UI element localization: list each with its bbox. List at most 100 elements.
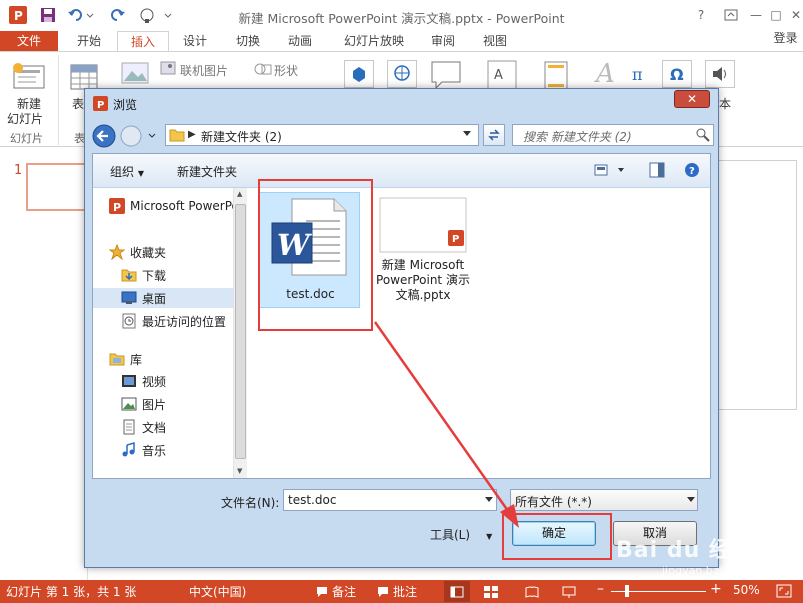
- address-folder-name[interactable]: 新建文件夹 (2): [201, 128, 282, 145]
- refresh-button[interactable]: [483, 124, 505, 146]
- nav-item-desktop[interactable]: 桌面: [93, 288, 233, 308]
- tools-dropdown-icon: ▼: [486, 532, 493, 541]
- tab-view[interactable]: 视图: [472, 31, 518, 51]
- slideshow-icon[interactable]: [562, 586, 576, 598]
- browse-dialog: P 浏览 ✕ ▶ 新建文件夹 (2) 搜索 新建文件夹 (2) 组织 ▼ 新建文…: [84, 88, 719, 568]
- organize-button[interactable]: 组织 ▼: [110, 163, 144, 180]
- watermark-url: jingyan.baidu.com: [662, 564, 764, 577]
- forward-button[interactable]: [119, 123, 141, 149]
- filename-value[interactable]: test.doc: [288, 493, 336, 507]
- nav-scrollbar-thumb[interactable]: [235, 204, 246, 459]
- filetype-value[interactable]: 所有文件 (*.*): [515, 493, 592, 510]
- table-label[interactable]: 表: [72, 95, 84, 112]
- svg-text:A: A: [494, 68, 503, 83]
- tab-slideshow[interactable]: 幻灯片放映: [335, 31, 413, 51]
- nav-label-documents: 文档: [142, 420, 167, 435]
- svg-text:P: P: [452, 234, 459, 245]
- reading-view-icon[interactable]: [525, 586, 539, 598]
- search-icon[interactable]: [696, 128, 710, 142]
- online-pictures-label[interactable]: 联机图片: [180, 62, 228, 79]
- restore-ribbon-button[interactable]: [719, 4, 743, 26]
- equation-icon[interactable]: π: [630, 60, 652, 90]
- tab-animations[interactable]: 动画: [277, 31, 323, 51]
- highlight-box-file: [258, 179, 373, 331]
- language-status[interactable]: 中文(中国): [189, 583, 246, 600]
- store-icon[interactable]: [344, 60, 374, 88]
- search-placeholder[interactable]: 搜索 新建文件夹 (2): [523, 128, 632, 145]
- slide-thumbnail[interactable]: [26, 163, 88, 211]
- comments-icon[interactable]: [377, 586, 389, 598]
- hyperlink-icon[interactable]: [387, 60, 417, 88]
- address-bar[interactable]: ▶ 新建文件夹 (2): [165, 124, 479, 146]
- slide-thumbnail-pane: 1: [0, 147, 88, 580]
- normal-view-icon[interactable]: [444, 581, 470, 602]
- nav-scrollbar[interactable]: ▲ ▼: [233, 188, 247, 478]
- slide-sorter-icon[interactable]: [484, 586, 498, 598]
- filetype-select[interactable]: 所有文件 (*.*): [510, 489, 698, 511]
- address-dropdown-icon[interactable]: [462, 130, 472, 138]
- nav-item-favorites[interactable]: 收藏夹: [109, 242, 247, 262]
- preview-pane-icon[interactable]: [649, 162, 665, 178]
- organize-dropdown-icon: ▼: [137, 169, 144, 178]
- shapes-label[interactable]: 形状: [274, 62, 298, 79]
- scroll-down-icon[interactable]: ▼: [237, 467, 242, 475]
- symbol-icon[interactable]: Ω: [662, 60, 692, 88]
- dialog-title: 浏览: [113, 98, 138, 112]
- help-button[interactable]: ?: [689, 4, 713, 26]
- new-slide-label-2[interactable]: 幻灯片: [7, 110, 43, 127]
- filetype-dropdown-icon[interactable]: [686, 496, 696, 504]
- view-options-icon[interactable]: [594, 163, 626, 177]
- help-icon[interactable]: ?: [684, 162, 700, 178]
- tab-design[interactable]: 设计: [172, 31, 218, 51]
- filename-input[interactable]: test.doc: [283, 489, 497, 511]
- shapes-icon[interactable]: [254, 61, 272, 77]
- pptx-thumbnail-icon: P: [379, 197, 467, 253]
- login-link[interactable]: 登录: [768, 28, 803, 48]
- svg-text:P: P: [97, 100, 104, 111]
- tab-insert[interactable]: 插入: [117, 31, 169, 52]
- search-box[interactable]: 搜索 新建文件夹 (2): [512, 124, 714, 146]
- navigation-pane: P Microsoft PowerPoint 收藏夹 下载 桌面 最近访问的位置: [93, 188, 247, 478]
- folder-icon: [169, 128, 185, 142]
- watermark: Bai du 经验 jingyan.baidu.com: [612, 530, 792, 590]
- zoom-out-button[interactable]: –: [597, 581, 604, 597]
- nav-item-powerpoint[interactable]: P Microsoft PowerPoint: [109, 196, 247, 216]
- window-title: 新建 Microsoft PowerPoint 演示文稿.pptx - Powe…: [238, 11, 565, 26]
- wordart-icon[interactable]: A: [594, 58, 620, 88]
- slide-number: 1: [14, 163, 23, 178]
- comments-button[interactable]: 批注: [393, 583, 417, 600]
- tab-review[interactable]: 审阅: [420, 31, 466, 51]
- new-folder-button[interactable]: 新建文件夹: [177, 163, 237, 180]
- notes-icon[interactable]: [316, 586, 328, 598]
- dialog-close-button[interactable]: ✕: [674, 90, 710, 108]
- dialog-title-bar: P 浏览 ✕: [85, 89, 718, 117]
- tools-button[interactable]: 工具(L) ▼: [430, 526, 492, 543]
- nav-item-libraries[interactable]: 库: [109, 349, 247, 369]
- breadcrumb-chevron-icon[interactable]: ▶: [188, 129, 196, 140]
- tab-transitions[interactable]: 切换: [225, 31, 271, 51]
- textbox-icon[interactable]: A: [487, 60, 517, 90]
- notes-button[interactable]: 备注: [332, 583, 356, 600]
- media-label[interactable]: 本: [719, 95, 731, 112]
- media-audio-icon[interactable]: [705, 60, 735, 88]
- star-icon: [109, 244, 125, 260]
- tab-file[interactable]: 文件: [0, 31, 58, 51]
- pictures-icon[interactable]: [120, 59, 150, 87]
- table-icon[interactable]: [70, 64, 98, 90]
- filename-dropdown-icon[interactable]: [484, 496, 494, 504]
- online-pictures-icon[interactable]: [160, 61, 176, 75]
- videos-icon: [122, 375, 136, 387]
- file-item-pptx[interactable]: P 新建 Microsoft PowerPoint 演示 文稿.pptx: [373, 192, 473, 332]
- close-window-button[interactable]: ✕: [784, 4, 803, 26]
- scroll-up-icon[interactable]: ▲: [237, 190, 242, 198]
- nav-label-powerpoint: Microsoft PowerPoint: [130, 199, 247, 213]
- group-label-slides: 幻灯片: [10, 132, 43, 145]
- tab-home[interactable]: 开始: [66, 31, 112, 51]
- new-slide-icon[interactable]: [12, 62, 46, 92]
- file-browser: 组织 ▼ 新建文件夹 ? P Microsoft PowerPoint 收藏夹 …: [92, 153, 711, 479]
- recent-places-icon: [122, 313, 136, 329]
- organize-label: 组织: [110, 165, 135, 179]
- back-button[interactable]: [91, 123, 117, 149]
- nav-label-pictures: 图片: [142, 397, 167, 412]
- slide-count-status: 幻灯片 第 1 张，共 1 张: [6, 585, 137, 599]
